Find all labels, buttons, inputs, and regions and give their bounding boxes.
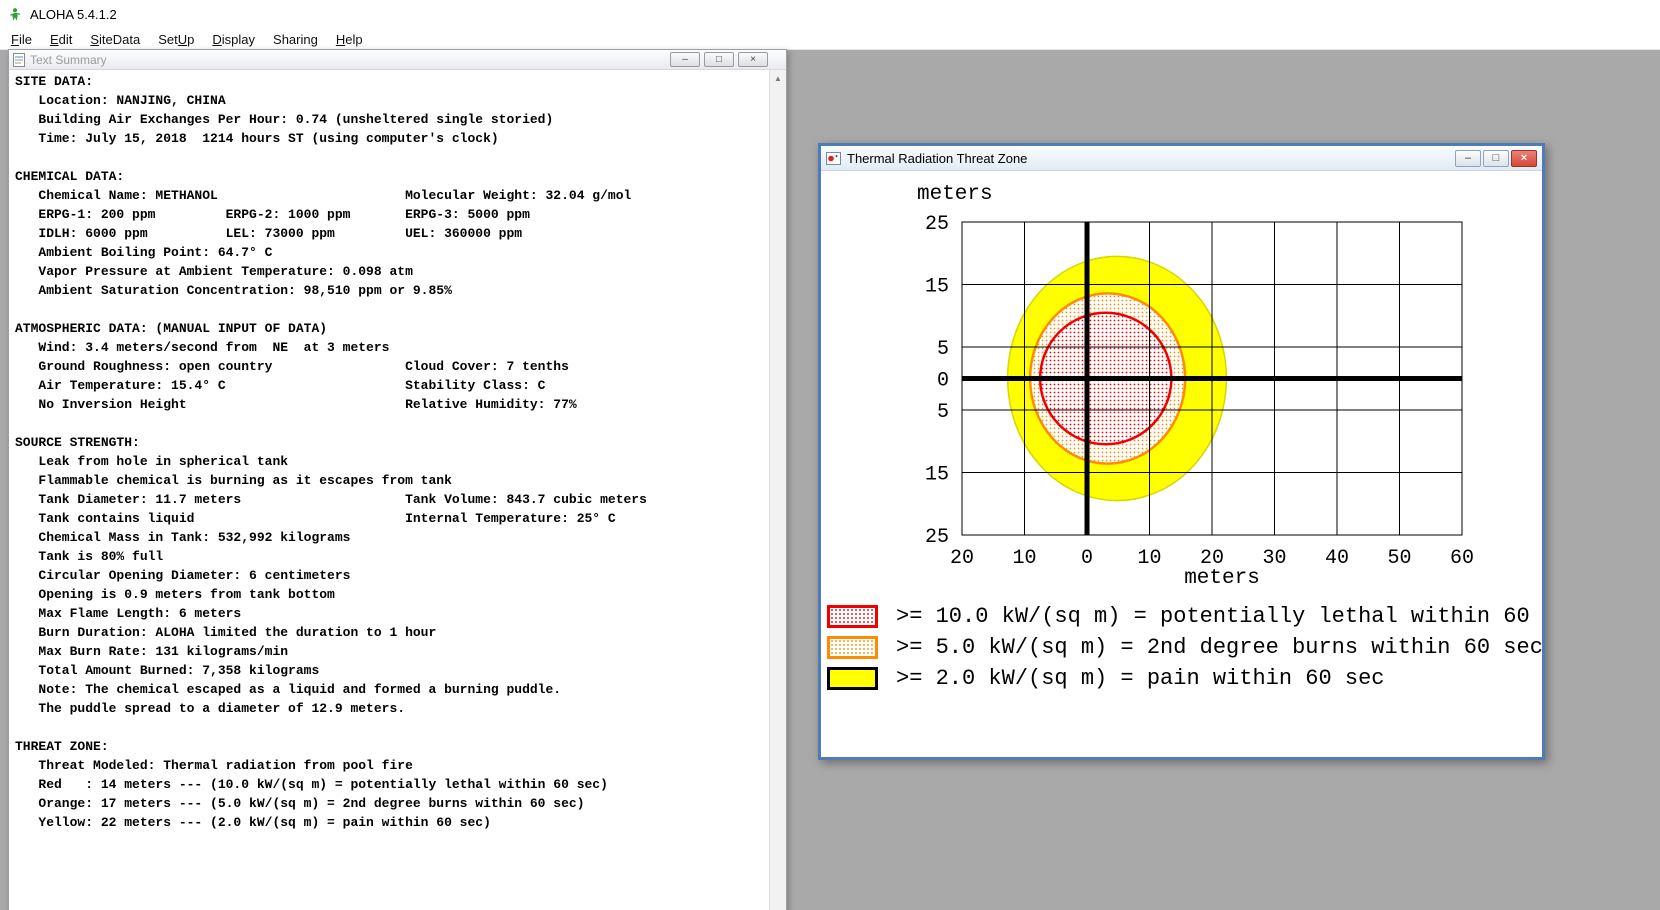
- y-tick-label: 25: [925, 213, 949, 236]
- y-tick-label: 15: [925, 463, 949, 486]
- threat-zone-window: Thermal Radiation Threat Zone – □ × mete…: [818, 143, 1545, 760]
- menu-item-sharing[interactable]: Sharing: [264, 30, 327, 49]
- threat-zone-window-icon: [826, 151, 841, 165]
- app-title: ALOHA 5.4.1.2: [30, 7, 117, 22]
- y-tick-label: 0: [937, 370, 949, 393]
- app-icon: [7, 7, 23, 23]
- x-axis-title: meters: [1184, 567, 1260, 590]
- menu-item-file[interactable]: File: [2, 30, 41, 49]
- app-titlebar[interactable]: ALOHA 5.4.1.2: [0, 0, 1660, 29]
- menu-bar: File Edit SiteData SetUp Display Sharing…: [0, 29, 1660, 50]
- threat-zone-titlebar[interactable]: Thermal Radiation Threat Zone – □ ×: [821, 146, 1542, 171]
- threat-zone-chart-area: meters 20 10 0 10 20 30 40 50 60 25 15 5 0 5 15 25 mete…: [821, 171, 1542, 757]
- legend-label-red: >= 10.0 kW/(sq m) = potentially lethal w…: [896, 604, 1542, 629]
- y-tick-label: 25: [925, 526, 949, 549]
- legend-label-yellow: >= 2.0 kW/(sq m) = pain within 60 sec: [896, 666, 1385, 691]
- y-tick-label: 5: [937, 401, 949, 424]
- threat-zone-plot: 20 10 0 10 20 30 40 50 6025155051525: [925, 213, 1474, 570]
- legend-row-yellow: >= 2.0 kW/(sq m) = pain within 60 sec: [827, 666, 1385, 691]
- maximize-button[interactable]: □: [1483, 149, 1509, 167]
- threat-zone-window-title: Thermal Radiation Threat Zone: [847, 150, 1028, 166]
- desktop: { "app": { "title": "ALOHA 5.4.1.2", "me…: [0, 0, 1660, 910]
- menu-item-sitedata[interactable]: SiteData: [81, 30, 149, 49]
- legend-swatch-yellow: [827, 667, 878, 690]
- legend-row-red: >= 10.0 kW/(sq m) = potentially lethal w…: [827, 604, 1542, 629]
- text-summary-titlebar[interactable]: Text Summary – □ ×: [9, 50, 786, 70]
- scroll-up-icon[interactable]: ▲: [770, 70, 786, 87]
- legend-label-orange: >= 5.0 kW/(sq m) = 2nd degree burns with…: [896, 635, 1542, 660]
- legend-swatch-red: [827, 605, 878, 628]
- menu-item-display[interactable]: Display: [203, 30, 264, 49]
- text-summary-scrollbar[interactable]: ▲: [769, 70, 786, 910]
- menu-item-help[interactable]: Help: [327, 30, 372, 49]
- text-summary-window: Text Summary – □ × SITE DATA: Location: …: [8, 49, 787, 910]
- minimize-button[interactable]: –: [1455, 149, 1481, 167]
- minimize-button[interactable]: –: [670, 52, 700, 67]
- y-tick-label: 5: [937, 338, 949, 361]
- text-summary-text: SITE DATA: Location: NANJING, CHINA Buil…: [15, 74, 647, 830]
- text-summary-content: SITE DATA: Location: NANJING, CHINA Buil…: [9, 70, 786, 910]
- text-summary-window-controls: – □ ×: [670, 52, 768, 67]
- maximize-button[interactable]: □: [704, 52, 734, 67]
- close-button[interactable]: ×: [738, 52, 768, 67]
- app-window-chrome: ALOHA 5.4.1.2 File Edit SiteData SetUp D…: [0, 0, 1660, 50]
- text-summary-title: Text Summary: [30, 52, 107, 67]
- menu-item-edit[interactable]: Edit: [41, 30, 81, 49]
- close-button[interactable]: ×: [1511, 149, 1537, 167]
- menu-item-setup[interactable]: SetUp: [149, 30, 203, 49]
- text-summary-window-icon: [13, 52, 25, 67]
- y-tick-label: 15: [925, 276, 949, 299]
- threat-zone-window-controls: – □ ×: [1455, 149, 1537, 167]
- legend-swatch-orange: [827, 636, 878, 659]
- legend-row-orange: >= 5.0 kW/(sq m) = 2nd degree burns with…: [827, 635, 1542, 660]
